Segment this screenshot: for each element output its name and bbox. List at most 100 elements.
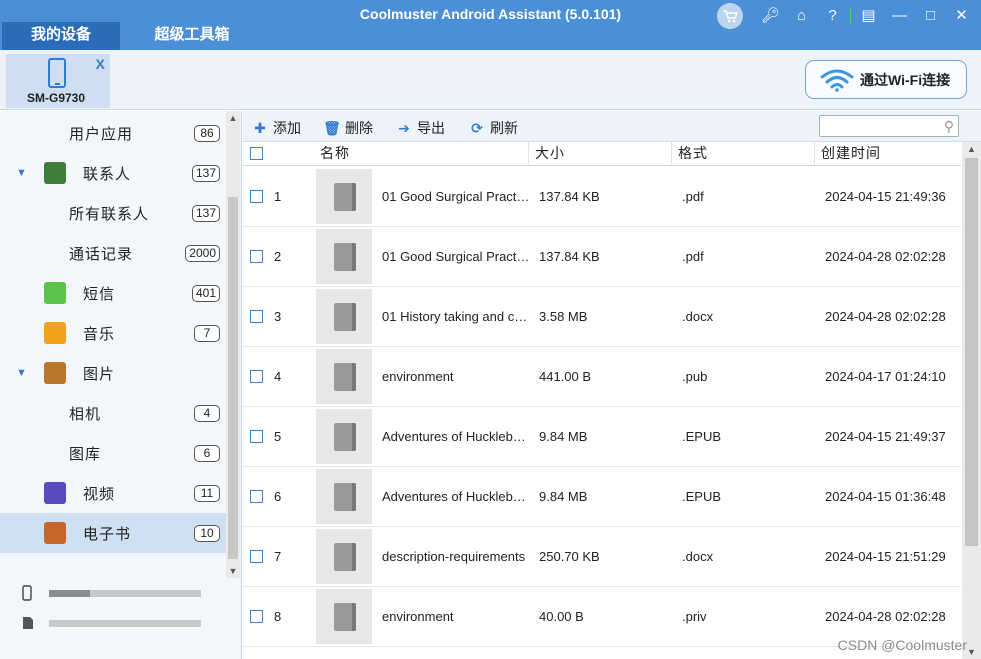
sidebar-item[interactable]: 图库 6 xyxy=(0,433,226,473)
sidebar-item[interactable]: 相机 4 xyxy=(0,393,226,433)
file-thumbnail xyxy=(316,289,372,344)
file-format: .docx xyxy=(682,309,714,324)
scroll-down-icon[interactable]: ▼ xyxy=(226,566,240,576)
wifi-connect-button[interactable]: 通过Wi-Fi连接 xyxy=(805,60,967,99)
file-format: .pub xyxy=(682,369,708,384)
table-row[interactable]: 4 environment 441.00 B .pub 2024-04-17 01:24… xyxy=(243,347,961,407)
expand-arrow-icon[interactable]: ▼ xyxy=(16,367,27,379)
sidebar-nav: 用户应用 86 ▼ 联系人 137 所有联系人 137 通话记录 2000 短信 401 音乐 7 ▼ 图片… xyxy=(0,113,226,573)
file-format: .pdf xyxy=(682,249,704,264)
file-size: 40.00 B xyxy=(539,609,584,624)
tab-my-device[interactable]: 我的设备 xyxy=(2,22,120,50)
count-badge: 7 xyxy=(194,324,220,342)
row-checkbox[interactable] xyxy=(250,370,263,383)
file-format: .EPUB xyxy=(682,489,722,504)
row-number: 5 xyxy=(274,429,282,444)
tab-super-toolkit[interactable]: 超级工具箱 xyxy=(124,22,260,50)
wifi-connect-label: 通过Wi-Fi连接 xyxy=(860,71,951,88)
sidebar-item[interactable]: 电子书 10 xyxy=(0,513,226,553)
column-format[interactable]: 格式 xyxy=(672,142,815,166)
table-row[interactable]: 1 01 Good Surgical Practice 137.84 KB .pdf 2… xyxy=(243,167,961,227)
trash-icon: 🗑︎ xyxy=(323,119,341,136)
count-badge: 10 xyxy=(194,524,220,542)
scroll-up-icon[interactable]: ▲ xyxy=(226,113,240,123)
count-badge: 137 xyxy=(191,164,220,182)
sidebar-item[interactable]: 音乐 7 xyxy=(0,313,226,353)
table-row[interactable]: 5 Adventures of Huckleberry Finn 9.84 MB .E… xyxy=(243,407,961,467)
row-number: 4 xyxy=(274,369,282,384)
file-created-time: 2024-04-15 21:49:37 xyxy=(825,429,946,444)
contacts-icon xyxy=(44,162,66,184)
sidebar-scroll-thumb[interactable] xyxy=(228,197,238,559)
phone-icon xyxy=(48,58,66,88)
sidebar-item[interactable]: ▼ 联系人 137 xyxy=(0,153,226,193)
sidebar-item[interactable]: 所有联系人 137 xyxy=(0,193,226,233)
music-icon xyxy=(44,322,66,344)
row-number: 3 xyxy=(274,309,282,324)
key-icon[interactable]: 🔑︎ xyxy=(755,5,786,27)
book-icon xyxy=(334,423,356,451)
export-label: 导出 xyxy=(417,120,445,136)
main-scrollbar[interactable]: ▲ ▼ xyxy=(962,142,981,659)
sidebar-item-label: 视频 xyxy=(83,485,116,503)
row-checkbox[interactable] xyxy=(250,610,263,623)
sidebar-item[interactable]: 视频 11 xyxy=(0,473,226,513)
sidebar-item-label: 通话记录 xyxy=(69,245,134,263)
sidebar-item[interactable]: ▼ 图片 xyxy=(0,353,226,393)
main-scroll-thumb[interactable] xyxy=(965,158,978,546)
table-row[interactable]: 7 description-requirements 250.70 KB .docx 2… xyxy=(243,527,961,587)
column-created-time[interactable]: 创建时间 xyxy=(815,142,961,166)
help-icon[interactable]: ? xyxy=(817,5,848,27)
cart-icon[interactable] xyxy=(717,3,743,29)
close-icon[interactable]: ✕ xyxy=(946,5,977,27)
sd-storage-bar xyxy=(49,619,201,627)
main-scroll-up-icon[interactable]: ▲ xyxy=(962,144,981,154)
export-button[interactable]: ➔ 导出 xyxy=(395,118,445,138)
feedback-icon[interactable]: ▤ xyxy=(853,5,884,27)
file-created-time: 2024-04-15 01:36:48 xyxy=(825,489,946,504)
file-thumbnail xyxy=(316,349,372,404)
sidebar-item-label: 图库 xyxy=(69,445,102,463)
maximize-icon[interactable]: □ xyxy=(915,5,946,27)
file-thumbnail xyxy=(316,409,372,464)
row-checkbox[interactable] xyxy=(250,310,263,323)
row-number: 6 xyxy=(274,489,282,504)
file-format: .EPUB xyxy=(682,429,722,444)
add-button[interactable]: ✚ 添加 xyxy=(251,118,301,138)
refresh-label: 刷新 xyxy=(490,120,518,136)
column-size[interactable]: 大小 xyxy=(529,142,672,166)
row-checkbox[interactable] xyxy=(250,430,263,443)
expand-arrow-icon[interactable]: ▼ xyxy=(16,167,27,179)
sd-card-icon xyxy=(23,617,33,629)
home-icon[interactable]: ⌂ xyxy=(786,5,817,27)
sidebar-scrollbar[interactable]: ▲ ▼ xyxy=(226,111,240,578)
select-all-checkbox[interactable] xyxy=(250,147,263,160)
file-format: .pdf xyxy=(682,189,704,204)
sd-storage xyxy=(22,613,222,633)
table-row[interactable]: 6 Adventures of Huckleberry Finn 9.84 MB .E… xyxy=(243,467,961,527)
file-name: 01 Good Surgical Practice xyxy=(382,249,530,264)
search-icon[interactable]: ⚲ xyxy=(944,118,954,135)
row-checkbox[interactable] xyxy=(250,190,263,203)
table-row[interactable]: 2 01 Good Surgical Practice 137.84 KB .pdf 2… xyxy=(243,227,961,287)
row-checkbox[interactable] xyxy=(250,490,263,503)
row-checkbox[interactable] xyxy=(250,250,263,263)
sidebar-item[interactable]: 短信 401 xyxy=(0,273,226,313)
row-number: 8 xyxy=(274,609,282,624)
column-name[interactable]: 名称 xyxy=(314,142,529,166)
watermark: CSDN @Coolmuster xyxy=(837,637,967,653)
row-checkbox[interactable] xyxy=(250,550,263,563)
sidebar-item[interactable]: 用户应用 86 xyxy=(0,113,226,153)
file-name: 01 History taking and clinical xyxy=(382,309,530,324)
device-card[interactable]: X SM-G9730 xyxy=(6,54,110,108)
search-input[interactable]: ⚲ xyxy=(819,115,959,137)
refresh-button[interactable]: ⟳ 刷新 xyxy=(468,118,518,138)
file-created-time: 2024-04-28 02:02:28 xyxy=(825,309,946,324)
delete-button[interactable]: 🗑︎ 删除 xyxy=(323,118,373,138)
minimize-icon[interactable]: — xyxy=(884,5,915,27)
table-row[interactable]: 3 01 History taking and clinical 3.58 MB .d… xyxy=(243,287,961,347)
file-created-time: 2024-04-17 01:24:10 xyxy=(825,369,946,384)
internal-storage-fill xyxy=(49,589,91,597)
sidebar-item[interactable]: 通话记录 2000 xyxy=(0,233,226,273)
device-close-icon[interactable]: X xyxy=(96,56,105,72)
